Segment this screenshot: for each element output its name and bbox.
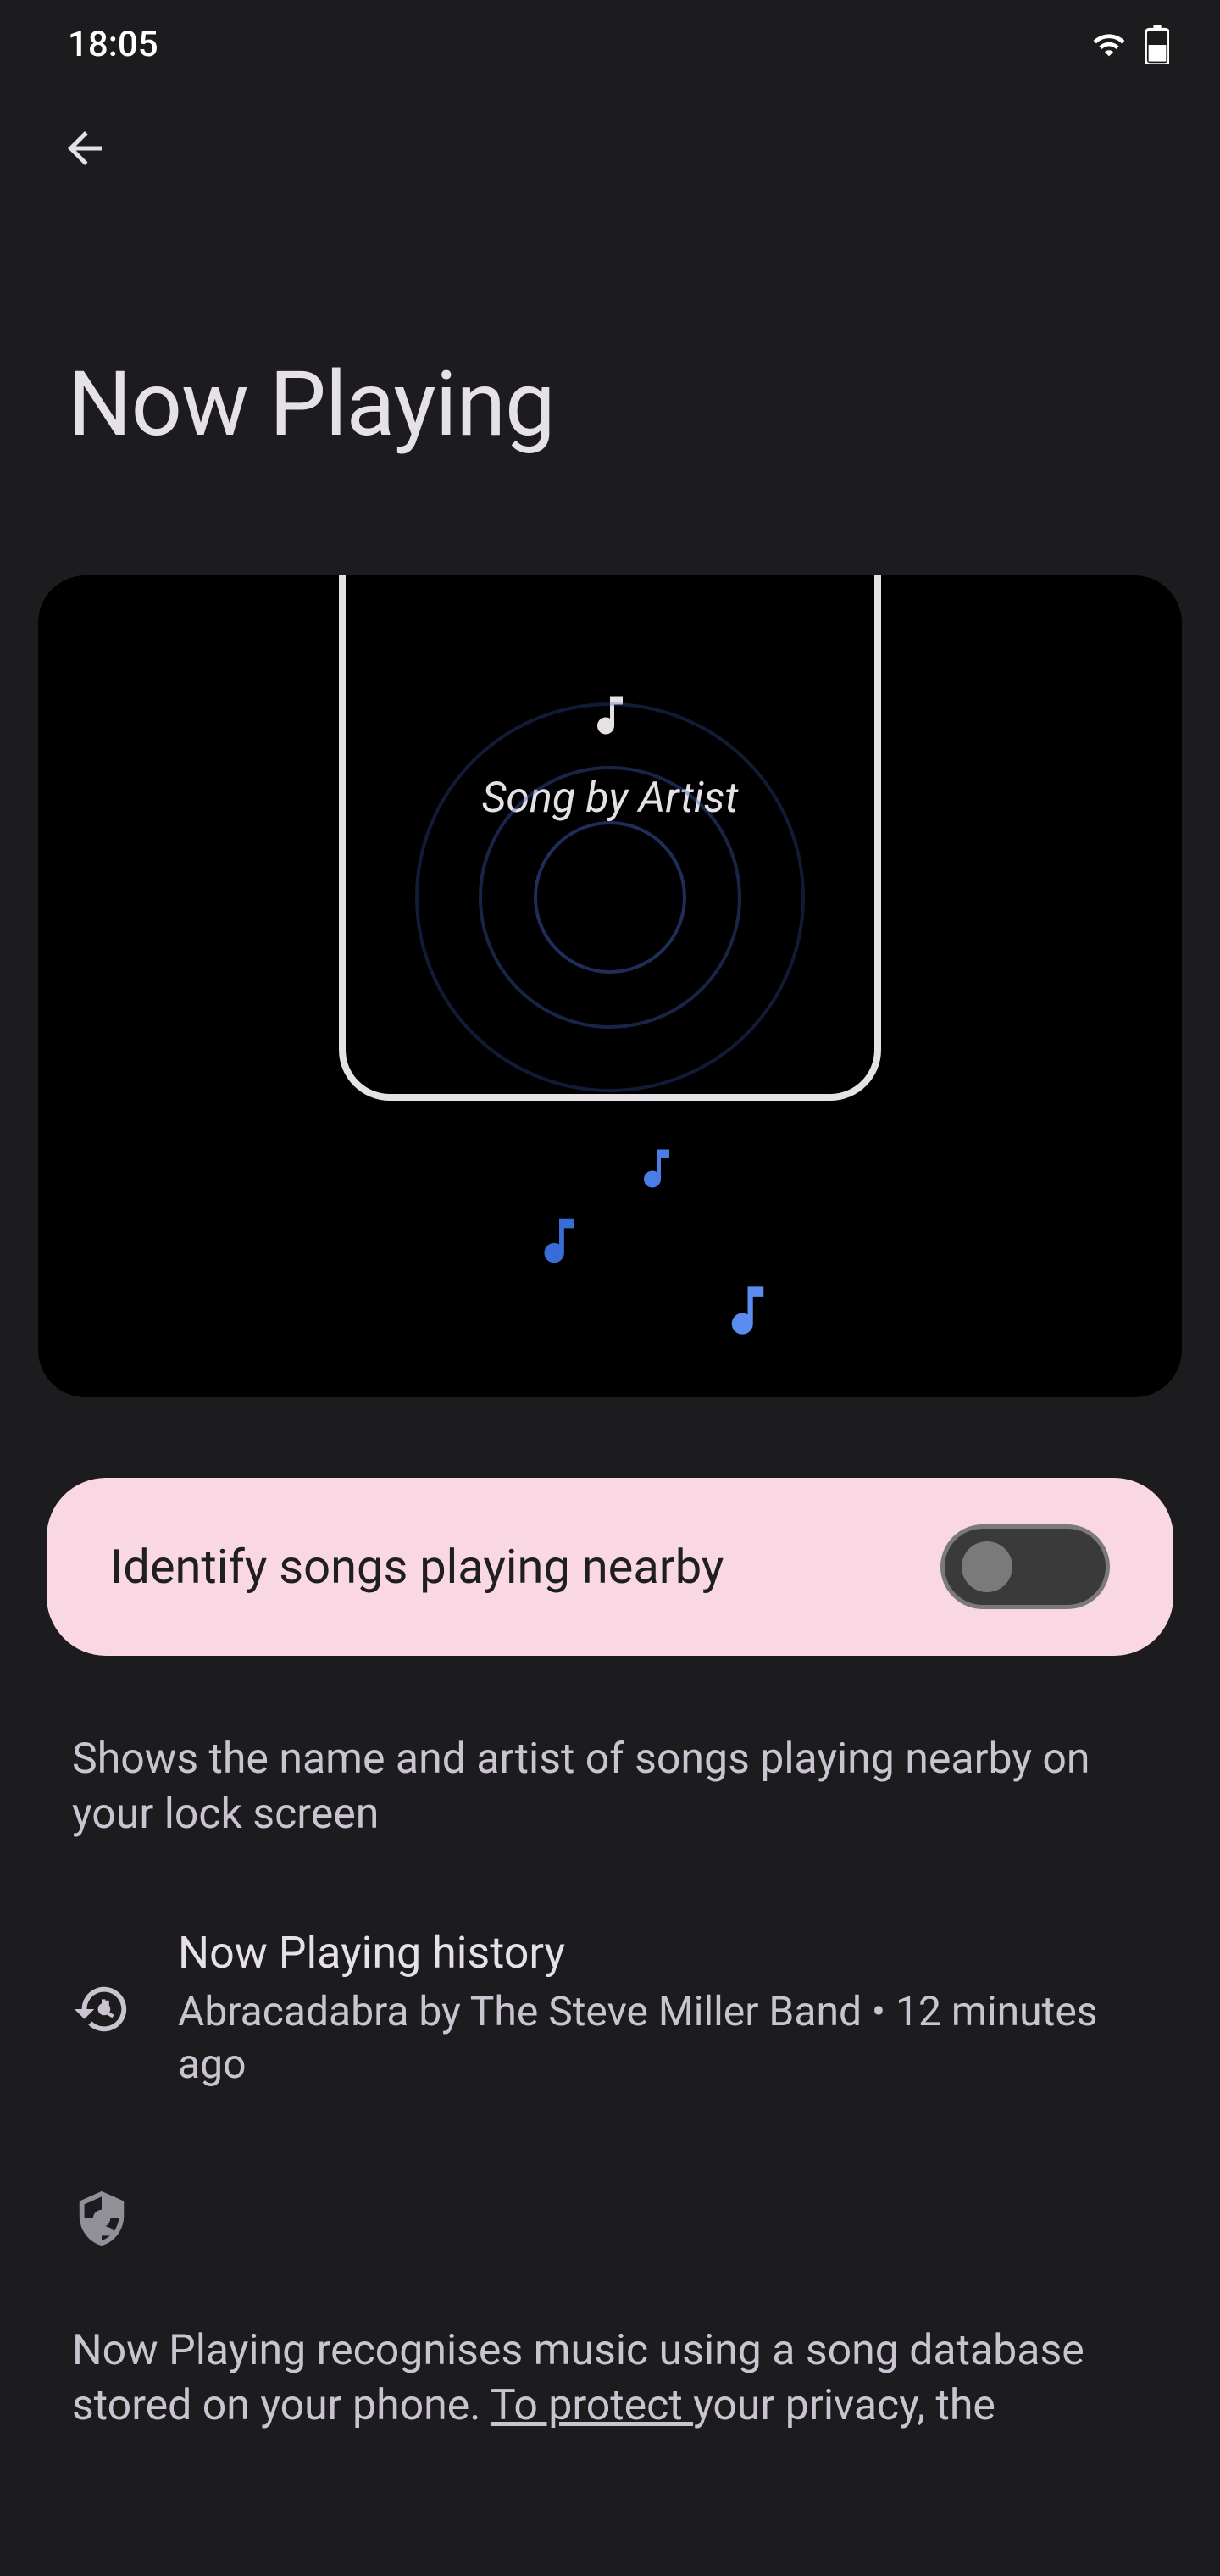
nav-area (0, 80, 1220, 199)
privacy-shield-icon-area (0, 2091, 1220, 2256)
music-note-blue-icon (530, 1211, 589, 1270)
status-bar: 18:05 (0, 0, 1220, 80)
history-title: Now Playing history (178, 1927, 1165, 1979)
back-button[interactable] (59, 123, 110, 174)
battery-icon (1145, 25, 1169, 64)
page-title: Now Playing (0, 199, 1220, 491)
history-text-block: Now Playing history Abracadabra by The S… (178, 1927, 1165, 2091)
illustration-card: Song by Artist (38, 575, 1182, 1397)
privacy-link[interactable]: To protect (491, 2381, 693, 2430)
now-playing-history-row[interactable]: Now Playing history Abracadabra by The S… (0, 1842, 1220, 2091)
music-note-blue-icon (716, 1279, 779, 1342)
history-icon (72, 1979, 131, 2039)
identify-songs-toggle-row[interactable]: Identify songs playing nearby (47, 1478, 1173, 1656)
arrow-left-icon (59, 123, 110, 174)
privacy-shield-icon (72, 2185, 131, 2252)
privacy-disclosure-text: Now Playing recognises music using a son… (0, 2256, 1220, 2434)
wifi-icon (1088, 28, 1130, 62)
history-subtitle: Abracadabra by The Steve Miller Band • 1… (178, 1985, 1165, 2091)
identify-songs-switch[interactable] (940, 1524, 1110, 1609)
privacy-text-part2: your privacy, the (693, 2381, 995, 2430)
toggle-description: Shows the name and artist of songs playi… (0, 1656, 1220, 1842)
status-icons (1088, 25, 1169, 64)
status-time: 18:05 (68, 24, 158, 65)
music-note-blue-icon (631, 1143, 682, 1194)
toggle-label: Identify songs playing nearby (110, 1539, 724, 1595)
switch-thumb (962, 1541, 1012, 1592)
